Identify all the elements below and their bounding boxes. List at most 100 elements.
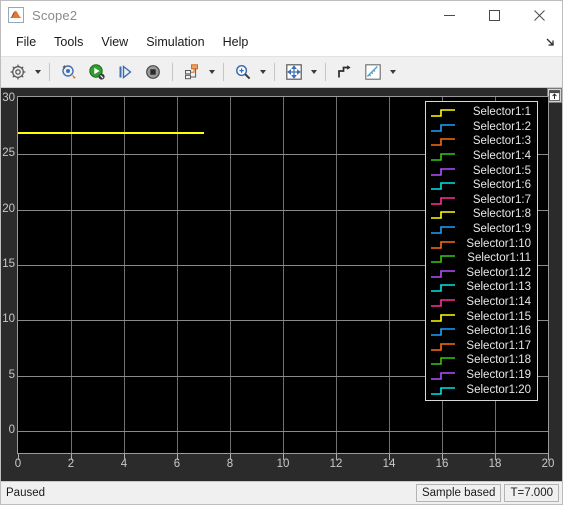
legend-row[interactable]: Selector1:1 xyxy=(430,105,533,120)
y-axis-tick-label: 10 xyxy=(2,313,15,326)
measurements-button[interactable] xyxy=(359,59,387,85)
legend-row[interactable]: Selector1:7 xyxy=(430,193,533,208)
legend-row[interactable]: Selector1:17 xyxy=(430,339,533,354)
signal-selector-icon xyxy=(185,64,198,80)
legend-row[interactable]: Selector1:2 xyxy=(430,120,533,135)
maximize-button[interactable] xyxy=(472,1,517,29)
legend-row[interactable]: Selector1:15 xyxy=(430,309,533,324)
cursor-measurements-icon xyxy=(338,65,351,78)
legend-row[interactable]: Selector1:14 xyxy=(430,295,533,310)
gridline-vertical xyxy=(71,97,72,453)
legend-label: Selector1:12 xyxy=(466,266,531,279)
gridline-horizontal xyxy=(18,431,548,432)
legend-row[interactable]: Selector1:10 xyxy=(430,236,533,251)
status-state: Paused xyxy=(6,487,46,499)
x-axis-tick-mark xyxy=(548,454,549,460)
measurements-dropdown[interactable] xyxy=(387,60,399,84)
legend-row[interactable]: Selector1:11 xyxy=(430,251,533,266)
data-series-line xyxy=(18,132,204,134)
legend-label: Selector1:1 xyxy=(472,106,531,119)
x-axis-tick-mark xyxy=(18,454,19,460)
x-axis-tick-mark xyxy=(230,454,231,460)
legend-row[interactable]: Selector1:19 xyxy=(430,368,533,383)
zoom-in-icon xyxy=(236,65,251,80)
legend-row[interactable]: Selector1:18 xyxy=(430,353,533,368)
print-button[interactable] xyxy=(55,59,83,85)
configuration-properties-button[interactable] xyxy=(4,59,32,85)
legend-label: Selector1:4 xyxy=(472,150,531,163)
legend-color-swatch xyxy=(430,311,460,323)
menu-help[interactable]: Help xyxy=(214,32,258,52)
legend-color-swatch xyxy=(430,252,460,264)
minimize-button[interactable] xyxy=(427,1,472,29)
gridline-vertical xyxy=(283,97,284,453)
configuration-properties-dropdown[interactable] xyxy=(32,60,44,84)
legend-row[interactable]: Selector1:16 xyxy=(430,324,533,339)
autoscale-icon xyxy=(286,64,302,80)
menu-file[interactable]: File xyxy=(7,32,45,52)
print-scope-icon xyxy=(62,65,76,79)
legend-row[interactable]: Selector1:5 xyxy=(430,163,533,178)
legend-label: Selector1:2 xyxy=(472,120,531,133)
scope-window: Scope2 File Tools View Simulation Help S… xyxy=(0,0,563,505)
y-axis-tick-label: 20 xyxy=(2,202,15,215)
stop-button[interactable] xyxy=(139,59,167,85)
x-axis-tick-mark xyxy=(177,454,178,460)
stop-icon xyxy=(146,65,160,79)
toolbar-separator xyxy=(172,63,173,81)
gridline-vertical xyxy=(389,97,390,453)
legend-color-swatch xyxy=(430,267,460,279)
legend-label: Selector1:15 xyxy=(466,310,531,323)
signal-selector-button[interactable] xyxy=(178,59,206,85)
close-button[interactable] xyxy=(517,1,562,29)
run-button[interactable] xyxy=(83,59,111,85)
autoscale-dropdown[interactable] xyxy=(308,60,320,84)
legend-dock-button[interactable] xyxy=(547,88,562,103)
toolbar-separator xyxy=(223,63,224,81)
zoom-in-button[interactable] xyxy=(229,59,257,85)
legend-row[interactable]: Selector1:4 xyxy=(430,149,533,164)
menu-tools[interactable]: Tools xyxy=(45,32,92,52)
toolbar-separator xyxy=(274,63,275,81)
scope-plot-area[interactable]: Selector1:1 Selector1:2 Selector1:3 Selecto… xyxy=(1,88,562,481)
signal-selector-dropdown[interactable] xyxy=(206,60,218,84)
menu-view[interactable]: View xyxy=(92,32,137,52)
legend-label: Selector1:3 xyxy=(472,135,531,148)
plot-legend[interactable]: Selector1:1 Selector1:2 Selector1:3 Selecto… xyxy=(425,101,538,401)
autoscale-button[interactable] xyxy=(280,59,308,85)
legend-row[interactable]: Selector1:9 xyxy=(430,222,533,237)
legend-label: Selector1:13 xyxy=(466,281,531,294)
legend-label: Selector1:9 xyxy=(472,223,531,236)
legend-label: Selector1:14 xyxy=(466,296,531,309)
legend-row[interactable]: Selector1:20 xyxy=(430,382,533,397)
legend-row[interactable]: Selector1:8 xyxy=(430,207,533,222)
x-axis-tick-mark xyxy=(442,454,443,460)
x-axis-tick-mark xyxy=(336,454,337,460)
legend-label: Selector1:19 xyxy=(466,368,531,381)
legend-row[interactable]: Selector1:3 xyxy=(430,134,533,149)
cursor-measurements-button[interactable] xyxy=(331,59,359,85)
plot-canvas[interactable]: Selector1:1 Selector1:2 Selector1:3 Selecto… xyxy=(17,96,549,454)
menu-overflow-arrow-icon[interactable] xyxy=(543,35,557,49)
toolbar-separator xyxy=(49,63,50,81)
gridline-vertical xyxy=(336,97,337,453)
menu-bar: File Tools View Simulation Help xyxy=(1,29,562,56)
x-axis-tick-mark xyxy=(283,454,284,460)
legend-row[interactable]: Selector1:13 xyxy=(430,280,533,295)
zoom-in-dropdown[interactable] xyxy=(257,60,269,84)
step-forward-button[interactable] xyxy=(111,59,139,85)
legend-row[interactable]: Selector1:12 xyxy=(430,266,533,281)
x-axis-tick-mark xyxy=(124,454,125,460)
legend-row[interactable]: Selector1:6 xyxy=(430,178,533,193)
legend-label: Selector1:18 xyxy=(466,354,531,367)
legend-label: Selector1:8 xyxy=(472,208,531,221)
menu-simulation[interactable]: Simulation xyxy=(137,32,213,52)
status-frame-mode: Sample based xyxy=(415,484,502,502)
legend-color-swatch xyxy=(430,194,460,206)
legend-label: Selector1:16 xyxy=(466,325,531,338)
legend-color-swatch xyxy=(430,106,460,118)
legend-color-swatch xyxy=(430,150,460,162)
legend-color-swatch xyxy=(430,340,460,352)
y-axis-tick-label: 5 xyxy=(8,368,15,381)
step-forward-icon xyxy=(119,65,132,79)
